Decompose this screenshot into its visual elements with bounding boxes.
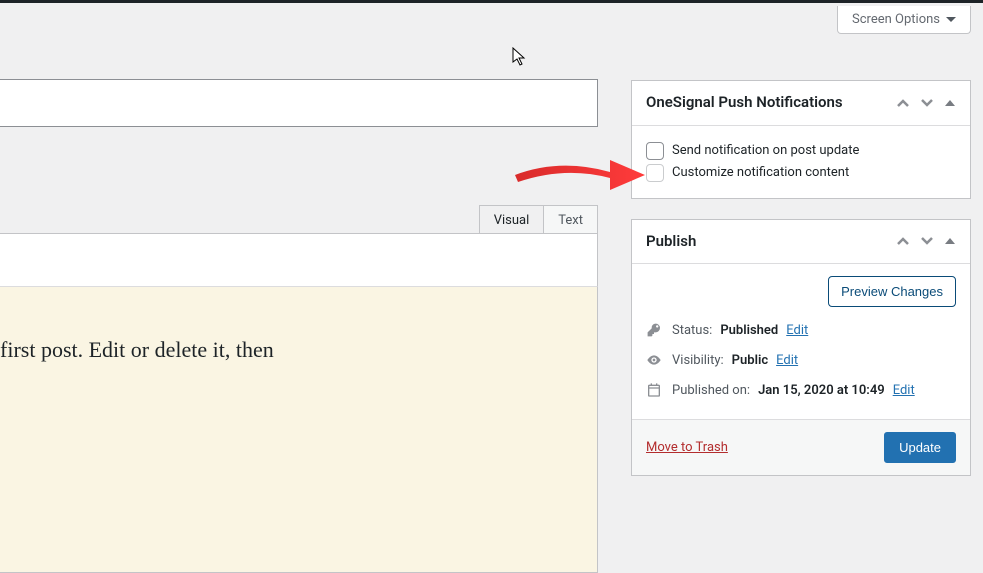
send-notification-checkbox[interactable]	[646, 142, 664, 160]
sidebar: OneSignal Push Notifications Send notifi…	[631, 80, 971, 476]
visibility-label: Visibility:	[672, 353, 724, 368]
schedule-value: Jan 15, 2020 at 10:49	[758, 383, 885, 398]
visibility-value: Public	[732, 353, 768, 368]
status-edit-link[interactable]: Edit	[786, 323, 808, 338]
move-to-trash-link[interactable]: Move to Trash	[646, 440, 728, 455]
status-value: Published	[720, 323, 778, 338]
schedule-edit-link[interactable]: Edit	[893, 383, 915, 398]
send-notification-row[interactable]: Send notification on post update	[646, 142, 956, 160]
cursor-icon	[512, 47, 528, 67]
onesignal-header: OneSignal Push Notifications	[632, 81, 970, 126]
schedule-label: Published on:	[672, 383, 750, 398]
post-content-editor[interactable]: first post. Edit or delete it, then	[0, 287, 598, 573]
editor-tabs: Visual Text	[0, 205, 598, 236]
publish-header: Publish	[632, 220, 970, 265]
chevron-down-icon[interactable]	[920, 236, 934, 246]
chevron-up-icon[interactable]	[896, 236, 910, 246]
send-notification-label: Send notification on post update	[672, 143, 859, 158]
key-icon	[646, 322, 664, 338]
editor-toolbar	[0, 233, 598, 287]
chevron-up-icon[interactable]	[896, 98, 910, 108]
update-button[interactable]: Update	[884, 432, 956, 463]
chevron-down-icon[interactable]	[920, 98, 934, 108]
customize-content-checkbox[interactable]	[646, 164, 664, 182]
publish-metabox: Publish Preview Changes Status: Publishe…	[631, 219, 971, 477]
triangle-up-icon[interactable]	[944, 98, 956, 108]
calendar-icon	[646, 382, 664, 398]
schedule-row: Published on: Jan 15, 2020 at 10:49 Edit	[646, 375, 956, 405]
post-title-input[interactable]	[0, 79, 598, 127]
visibility-row: Visibility: Public Edit	[646, 345, 956, 375]
preview-changes-button[interactable]: Preview Changes	[828, 276, 956, 307]
annotation-arrow-icon	[510, 150, 650, 200]
status-label: Status:	[672, 323, 712, 338]
admin-bar	[0, 0, 983, 3]
eye-icon	[646, 352, 664, 368]
triangle-up-icon[interactable]	[944, 236, 956, 246]
visibility-edit-link[interactable]: Edit	[776, 353, 798, 368]
customize-content-row[interactable]: Customize notification content	[646, 164, 956, 182]
tab-text[interactable]: Text	[543, 205, 598, 236]
onesignal-metabox: OneSignal Push Notifications Send notifi…	[631, 80, 971, 199]
post-content-text: first post. Edit or delete it, then	[0, 337, 274, 362]
customize-content-label: Customize notification content	[672, 165, 849, 180]
tab-visual[interactable]: Visual	[479, 205, 545, 236]
status-row: Status: Published Edit	[646, 315, 956, 345]
chevron-down-icon	[946, 16, 956, 24]
publish-title: Publish	[646, 232, 696, 252]
screen-options-toggle[interactable]: Screen Options	[837, 6, 971, 34]
onesignal-title: OneSignal Push Notifications	[646, 93, 843, 113]
screen-options-label: Screen Options	[852, 12, 940, 27]
